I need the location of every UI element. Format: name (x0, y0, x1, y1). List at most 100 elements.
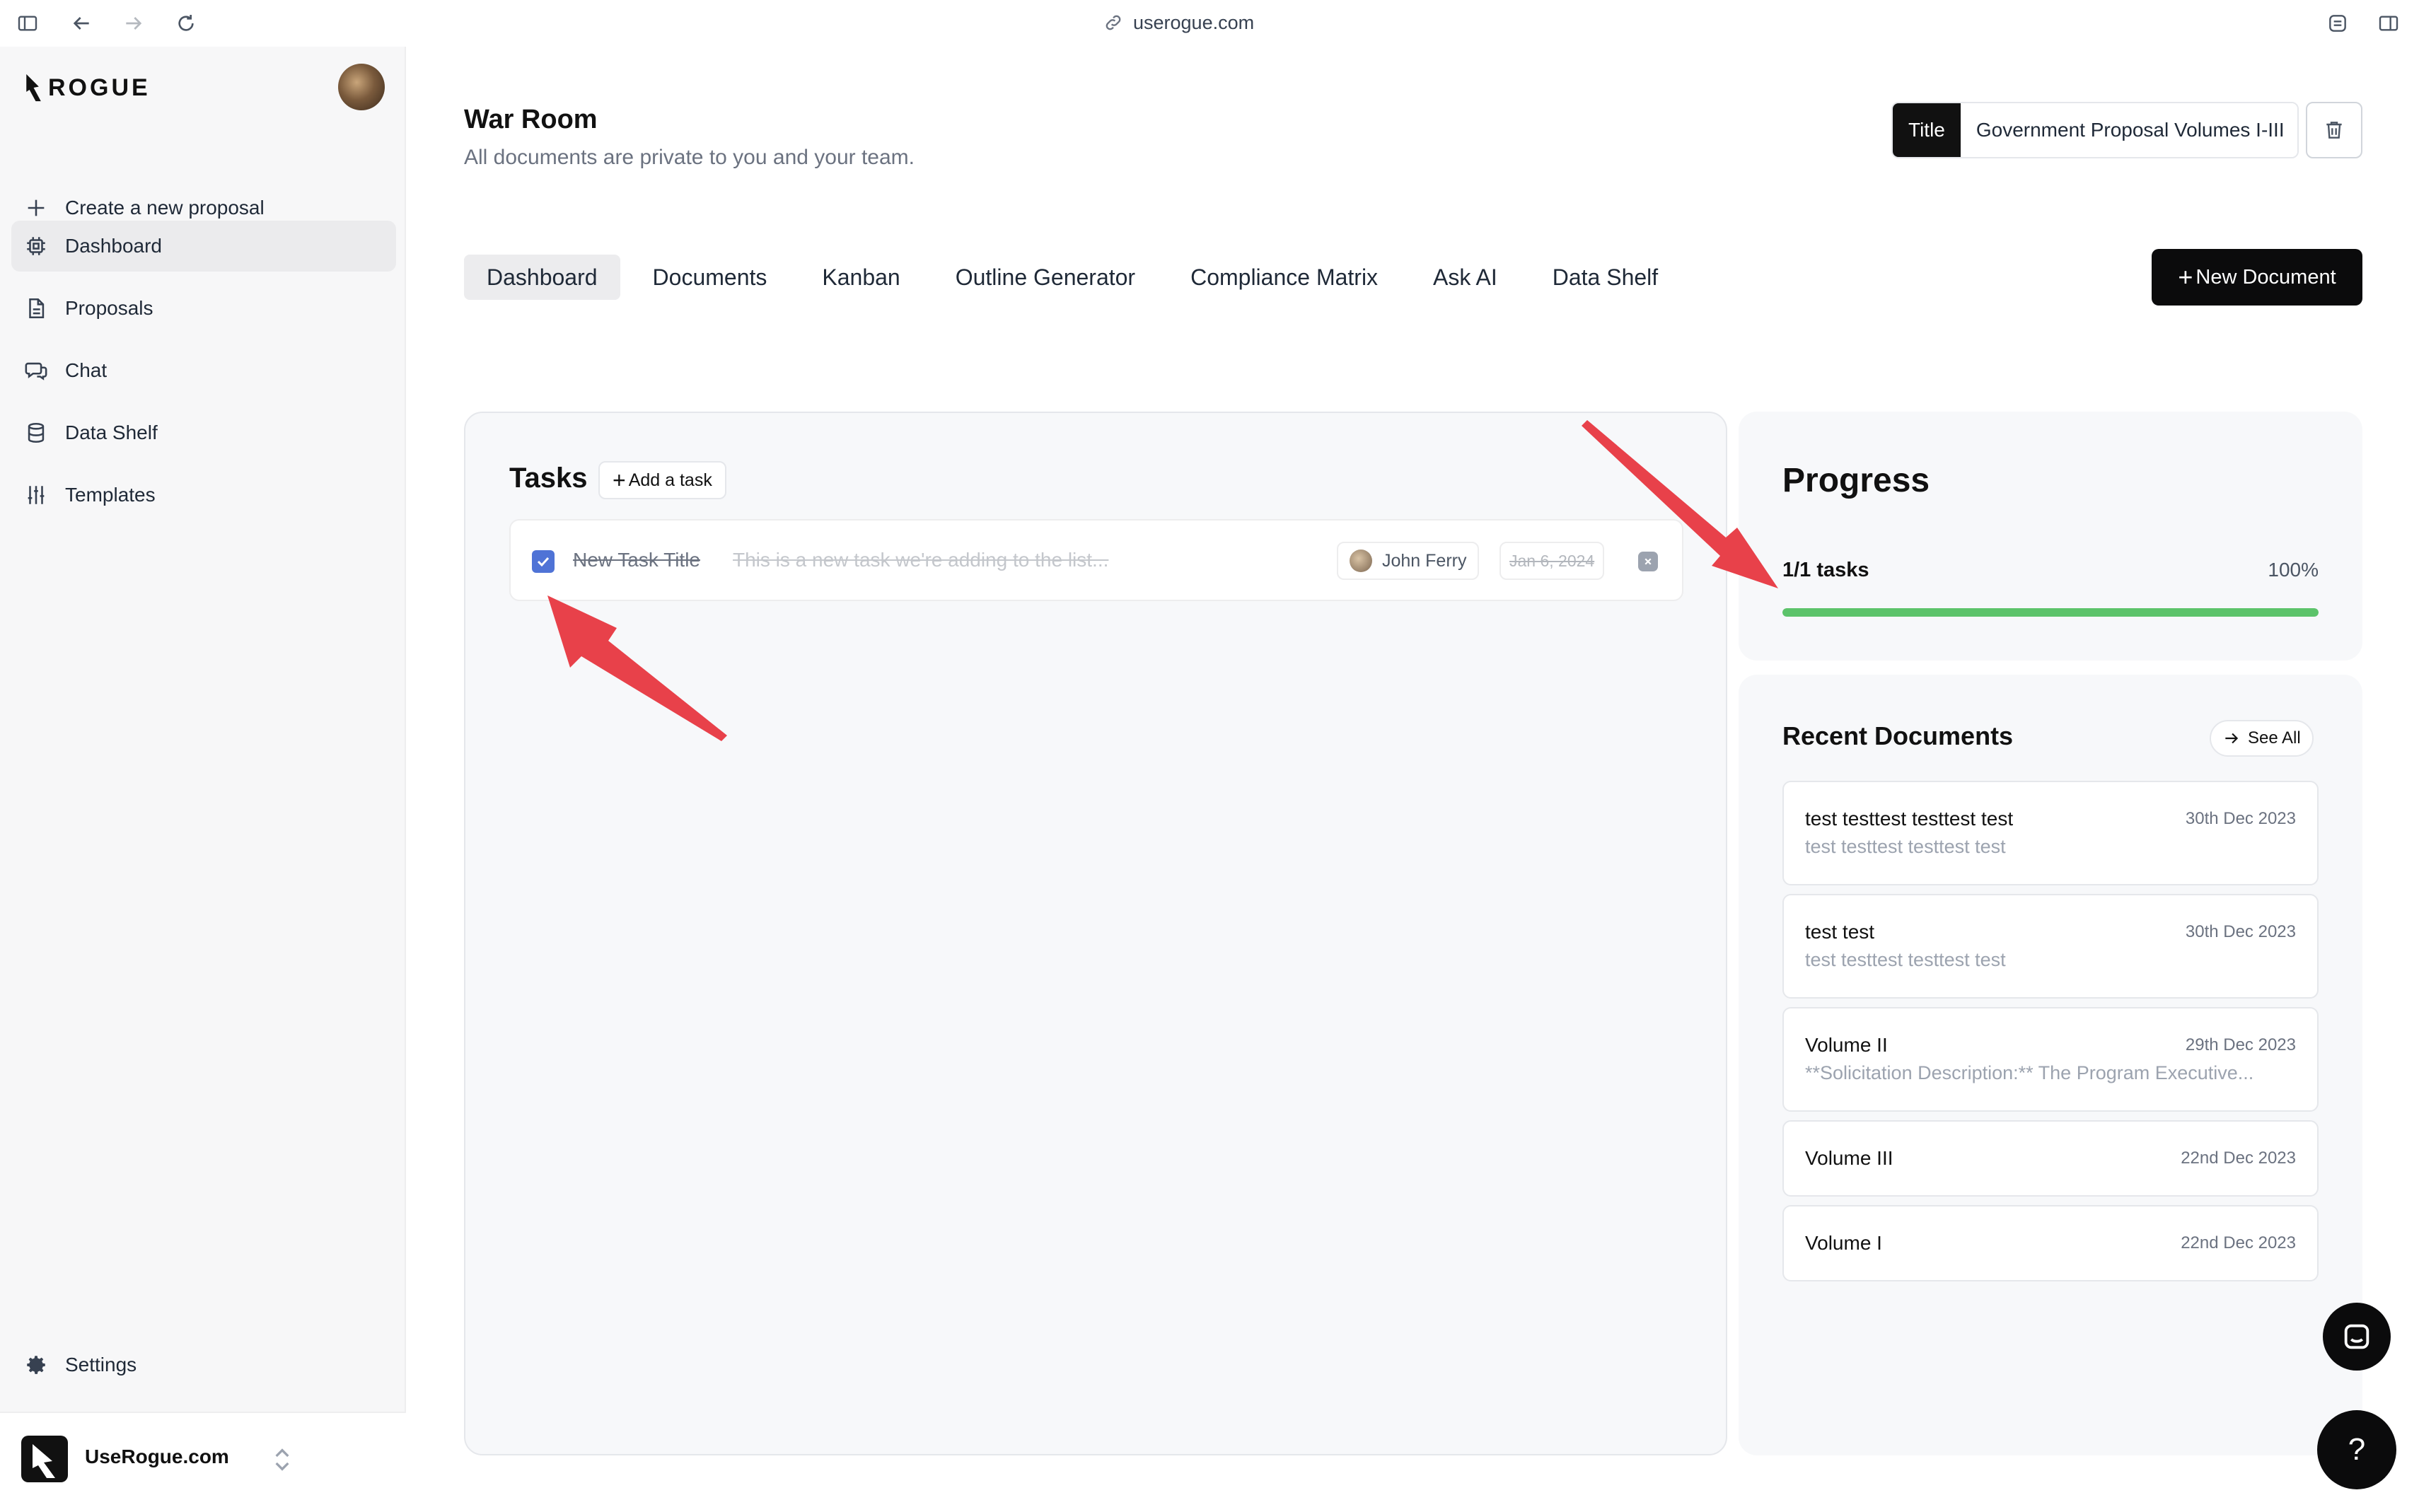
progress-panel: Progress 1/1 tasks 100% (1739, 412, 2362, 661)
rogue-logo[interactable]: ROGUE (24, 72, 151, 103)
progress-count: 1/1 tasks (1782, 559, 1869, 581)
recent-document-item[interactable]: Volume I 22nd Dec 2023 (1782, 1205, 2319, 1281)
progress-title: Progress (1782, 462, 1930, 499)
page-subtitle: All documents are private to you and you… (464, 146, 915, 169)
document-date: 29th Dec 2023 (2185, 1035, 2296, 1054)
document-name: test test (1805, 921, 1875, 943)
organization-switcher[interactable]: UseRogue.com (0, 1412, 406, 1512)
browser-toolbar: userogue.com (0, 0, 2419, 47)
database-icon (28, 422, 45, 443)
plus-icon (28, 199, 45, 216)
document-preview: test testtest testtest test (1805, 836, 2006, 857)
chat-bubbles-icon (25, 362, 47, 380)
see-all-label: See All (2248, 728, 2301, 748)
sidebar-item-settings[interactable]: Settings (11, 1339, 396, 1390)
forward-arrow-icon[interactable] (120, 10, 147, 37)
add-task-button[interactable]: + Add a task (598, 461, 726, 499)
sidebar-item-data-shelf[interactable]: Data Shelf (11, 407, 396, 458)
tab-bar: Dashboard Documents Kanban Outline Gener… (464, 255, 1690, 300)
checkmark-icon (537, 557, 550, 567)
new-document-label: New Document (2195, 265, 2336, 289)
logo-text: ROGUE (48, 74, 151, 101)
add-task-label: Add a task (628, 470, 712, 490)
user-avatar[interactable] (338, 64, 385, 110)
document-preview: **Solicitation Description:** The Progra… (1805, 1062, 2254, 1083)
assignee-avatar (1350, 549, 1372, 572)
see-all-button[interactable]: See All (2210, 720, 2314, 757)
document-date: 22nd Dec 2023 (2181, 1148, 2296, 1168)
task-row[interactable]: New Task Title This is a new task we're … (509, 519, 1683, 601)
sidebar-toggle-icon[interactable] (14, 10, 41, 37)
close-icon (1644, 558, 1652, 565)
sidebar-item-dashboard[interactable]: Dashboard (11, 221, 396, 272)
tab-outline-generator[interactable]: Outline Generator (933, 255, 1158, 300)
document-date: 30th Dec 2023 (2185, 922, 2296, 941)
sidebar-item-label: Settings (65, 1354, 137, 1376)
task-title[interactable]: New Task Title (573, 549, 700, 571)
extension-icon[interactable] (2324, 10, 2351, 37)
sidebar: ROGUE Create a new proposal Dashboard Pr… (0, 47, 406, 1512)
tab-kanban[interactable]: Kanban (799, 255, 922, 300)
sidebar-item-label: Data Shelf (65, 421, 158, 443)
reload-icon[interactable] (173, 10, 199, 37)
sidebar-item-label: Chat (65, 359, 108, 381)
sidebar-item-templates[interactable]: Templates (11, 470, 396, 521)
recent-document-item[interactable]: test test 30th Dec 2023 test testtest te… (1782, 894, 2319, 999)
recent-document-item[interactable]: Volume II 29th Dec 2023 **Solicitation D… (1782, 1007, 2319, 1112)
document-icon (29, 298, 45, 319)
document-date: 22nd Dec 2023 (2181, 1233, 2296, 1252)
tab-data-shelf[interactable]: Data Shelf (1530, 255, 1681, 300)
back-arrow-icon[interactable] (68, 10, 95, 37)
sidebar-item-label: Dashboard (65, 235, 162, 257)
chip-icon (27, 237, 45, 255)
document-name: test testtest testtest test (1805, 808, 2014, 830)
link-icon (1106, 15, 1121, 30)
recent-documents-panel: Recent Documents See All test testtest t… (1739, 675, 2362, 1455)
tab-dashboard[interactable]: Dashboard (464, 255, 620, 300)
arrow-right-icon (2225, 733, 2239, 744)
address-bar[interactable]: userogue.com (1103, 8, 1254, 37)
plus-icon: + (613, 467, 626, 493)
document-name: Volume I (1805, 1232, 1882, 1254)
progress-bar-fill (1782, 608, 2319, 617)
sidebar-item-label: Create a new proposal (65, 197, 265, 219)
rogue-mark-icon (26, 74, 41, 102)
sidebar-item-label: Proposals (65, 297, 153, 319)
task-due-date[interactable]: Jan 6, 2024 (1499, 542, 1605, 580)
task-checkbox[interactable] (532, 550, 555, 573)
recent-document-item[interactable]: test testtest testtest test 30th Dec 202… (1782, 781, 2319, 885)
split-view-icon[interactable] (2375, 10, 2402, 37)
tasks-title: Tasks (509, 463, 588, 494)
chevron-up-down-icon[interactable] (272, 1446, 293, 1474)
url-text: userogue.com (1133, 11, 1255, 33)
help-button[interactable]: ? (2317, 1410, 2396, 1489)
delete-proposal-button[interactable] (2306, 102, 2362, 158)
proposal-title-field[interactable]: Title Government Proposal Volumes I-III (1891, 102, 2299, 158)
plus-icon: + (2178, 262, 2193, 291)
title-tag: Title (1893, 103, 1961, 157)
sliders-icon (28, 486, 45, 504)
recent-document-item[interactable]: Volume III 22nd Dec 2023 (1782, 1120, 2319, 1197)
title-value[interactable]: Government Proposal Volumes I-III (1960, 103, 2297, 157)
tab-documents[interactable]: Documents (630, 255, 790, 300)
recent-documents-title: Recent Documents (1782, 721, 2014, 750)
progress-bar (1782, 608, 2319, 617)
assignee-name: John Ferry (1382, 550, 1467, 571)
document-name: Volume II (1805, 1034, 1888, 1056)
tab-compliance-matrix[interactable]: Compliance Matrix (1168, 255, 1400, 300)
document-name: Volume III (1805, 1147, 1893, 1169)
task-description[interactable]: This is a new task we're adding to the l… (733, 549, 1108, 571)
support-chat-button[interactable] (2323, 1303, 2391, 1371)
new-document-button[interactable]: + New Document (2152, 249, 2362, 306)
trash-icon (2326, 122, 2342, 139)
page-title: War Room (464, 105, 598, 134)
delete-task-button[interactable] (1638, 552, 1658, 571)
task-assignee[interactable]: John Ferry (1337, 542, 1480, 580)
sidebar-item-label: Templates (65, 484, 156, 506)
org-name: UseRogue.com (85, 1446, 229, 1467)
tab-ask-ai[interactable]: Ask AI (1410, 255, 1520, 300)
sidebar-item-proposals[interactable]: Proposals (11, 283, 396, 334)
document-preview: test testtest testtest test (1805, 949, 2006, 970)
gear-icon (27, 1356, 45, 1374)
sidebar-item-chat[interactable]: Chat (11, 345, 396, 396)
